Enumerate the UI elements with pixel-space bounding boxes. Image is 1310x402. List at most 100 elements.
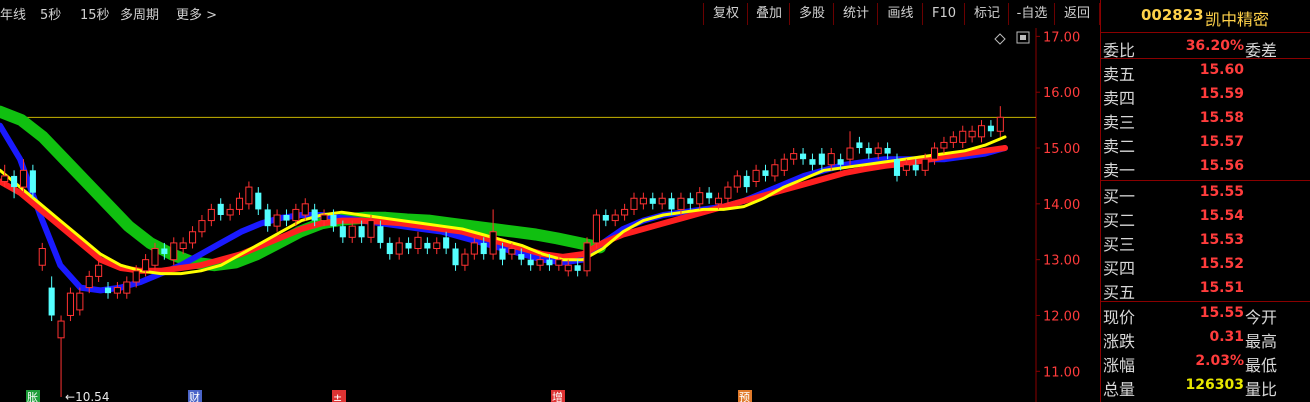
candle-body	[987, 125, 994, 132]
candle-body	[19, 169, 28, 188]
sell-order-label: 卖二	[1103, 137, 1136, 156]
candle-body	[621, 208, 629, 216]
candle-body	[856, 142, 863, 149]
buy-order-label: 买二	[1103, 211, 1136, 230]
sell-order-row[interactable]: 卖四 15.59	[1101, 83, 1310, 108]
candle-body	[198, 220, 206, 233]
buy-order-label: 买一	[1103, 187, 1136, 206]
buy-order-row[interactable]: 买三 15.53	[1101, 229, 1310, 254]
candle-body	[57, 320, 65, 339]
sell-order-label: 卖五	[1103, 65, 1136, 84]
candle-body	[602, 215, 609, 221]
sell-order-price: 15.56	[1199, 158, 1244, 174]
fuquan-button[interactable]: 复权	[703, 3, 748, 25]
candle-body	[123, 281, 131, 294]
window-icon[interactable]	[1016, 31, 1030, 44]
candle-body	[433, 242, 441, 249]
candle-body	[780, 158, 788, 171]
candle-body	[800, 153, 807, 160]
candle-body	[762, 170, 769, 176]
panel-divider-line	[1101, 32, 1310, 33]
candle-body	[29, 170, 36, 193]
candle-body	[912, 164, 919, 171]
candle-body	[405, 242, 412, 249]
buy-order-row[interactable]: 买二 15.54	[1101, 205, 1310, 230]
candlesticks	[1, 106, 1004, 397]
quote-stat-label: 现价	[1103, 308, 1136, 327]
price-tick-label: 16.00	[1043, 86, 1080, 101]
quote-stat-row: 总量 126303 量比	[1101, 374, 1310, 399]
candle-body	[865, 148, 872, 154]
candle-body	[330, 215, 337, 227]
period-multi[interactable]: 多周期	[120, 4, 159, 23]
candle-body	[658, 197, 666, 205]
multi-stock-button[interactable]: 多股	[789, 3, 834, 25]
buy-order-row[interactable]: 买四 15.52	[1101, 253, 1310, 278]
quote-panel: 002823 凯中精密 委比 36.20% 委差 卖五 15.60 卖四 15.59 卖…	[1101, 0, 1310, 402]
buy-order-row[interactable]: 买一 15.55	[1101, 181, 1310, 206]
sell-order-price: 15.60	[1199, 62, 1244, 78]
quote-stat-label2: 最低	[1245, 356, 1278, 375]
event-tag: 胀	[27, 391, 38, 402]
price-tick-label: 11.00	[1043, 365, 1080, 380]
candle-body	[968, 130, 976, 138]
quote-stat-label2: 今开	[1245, 308, 1278, 327]
sell-order-row[interactable]: 卖三 15.58	[1101, 107, 1310, 132]
sell-order-label: 卖四	[1103, 89, 1136, 108]
candle-body	[11, 175, 18, 188]
stats-button[interactable]: 统计	[833, 3, 878, 25]
price-tick-label: 15.00	[1043, 142, 1080, 157]
candle-body	[38, 247, 46, 266]
candle-body	[874, 147, 882, 155]
candle-body	[611, 214, 619, 222]
candle-body	[564, 264, 572, 272]
diamond-icon[interactable]	[994, 33, 1006, 45]
period-year[interactable]: 年线	[0, 4, 26, 23]
sell-order-price: 15.57	[1199, 134, 1244, 150]
candle-body	[386, 242, 393, 255]
low-price-label: ←10.54	[65, 390, 109, 402]
quote-stat-row: 涨跌 0.31 最高	[1101, 326, 1310, 351]
candle-body	[574, 265, 581, 271]
back-button[interactable]: 返回	[1054, 3, 1100, 25]
mark-button[interactable]: 标记	[964, 3, 1009, 25]
candle-body	[706, 192, 713, 199]
candle-body	[217, 203, 224, 215]
period-15s[interactable]: 15秒	[80, 4, 110, 23]
period-more[interactable]: 更多 >	[176, 4, 217, 23]
sell-order-price: 15.58	[1199, 110, 1244, 126]
kline-chart[interactable]: 17.00 16.00 15.00 14.00 13.00 12.00 11.00 ←10.…	[0, 28, 1100, 402]
buy-order-price: 15.55	[1199, 184, 1244, 200]
candle-body	[480, 242, 487, 255]
candle-body	[592, 214, 600, 244]
buy-order-label: 买四	[1103, 259, 1136, 278]
sell-order-row[interactable]: 卖二 15.57	[1101, 131, 1310, 156]
candle-body	[977, 125, 986, 138]
candle-body	[724, 186, 732, 199]
price-axis: 17.00 16.00 15.00 14.00 13.00 12.00 11.00	[1036, 30, 1080, 380]
candle-body	[677, 197, 685, 210]
sell-order-row[interactable]: 卖五 15.60	[1101, 59, 1310, 84]
f10-button[interactable]: F10	[922, 3, 965, 25]
quote-stat-value: 2.03%	[1195, 353, 1244, 369]
event-tag: 增	[552, 390, 563, 402]
candle-body	[743, 175, 750, 188]
candle-body	[996, 116, 1004, 132]
sell-order-label: 卖一	[1103, 161, 1136, 180]
candle-body	[76, 292, 84, 311]
candle-body	[292, 208, 300, 222]
sell-order-row[interactable]: 卖一 15.56	[1101, 155, 1310, 180]
candle-body	[714, 197, 723, 205]
candle-body	[348, 225, 356, 238]
event-tag: ±	[333, 391, 342, 402]
candle-body	[752, 169, 760, 183]
buy-order-row[interactable]: 买五 15.51	[1101, 277, 1310, 302]
period-5s[interactable]: 5秒	[40, 4, 61, 23]
candle-body	[1, 175, 9, 183]
candle-body	[151, 247, 159, 266]
chart-toolbar: 年线 5秒 15秒 多周期 更多 > 复权 叠加 多股 统计 画线 F10 标记…	[0, 0, 1100, 28]
candle-body	[273, 214, 281, 227]
overlay-button[interactable]: 叠加	[747, 3, 790, 25]
draw-line-button[interactable]: 画线	[877, 3, 923, 25]
remove-watchlist-button[interactable]: -自选	[1008, 3, 1055, 25]
